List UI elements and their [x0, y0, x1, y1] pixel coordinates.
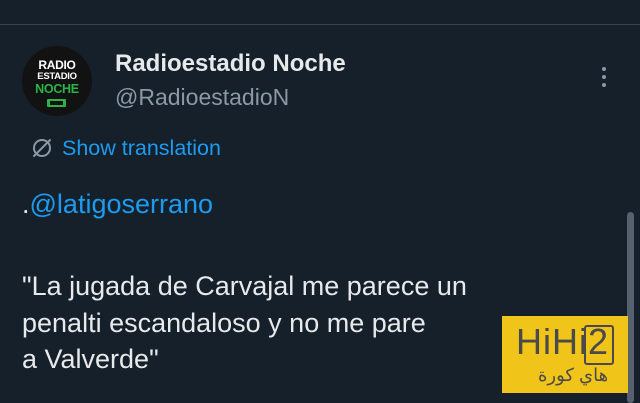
avatar-logo-line-2: ESTADIO: [37, 71, 77, 82]
more-options-button[interactable]: [592, 62, 616, 92]
show-translation-link[interactable]: Show translation: [30, 134, 221, 162]
tweet-text-line-3: a Valverde": [22, 344, 159, 374]
more-vertical-icon-dot: [602, 83, 606, 87]
show-translation-label: Show translation: [62, 136, 221, 160]
scrollbar[interactable]: [627, 212, 634, 403]
display-name[interactable]: Radioestadio Noche: [115, 50, 346, 78]
avatar-logo-line-3: NOCHE: [35, 82, 79, 96]
more-vertical-icon-dot: [602, 75, 606, 79]
mention-prefix: .: [22, 189, 30, 219]
tweet-text-line-1: "La jugada de Carvajal me parece un: [22, 271, 467, 301]
watermark: HiHi2 هاي كورة: [502, 316, 628, 393]
avatar-logo-line-1: RADIO: [38, 58, 76, 72]
avatar[interactable]: RADIO ESTADIO NOCHE: [22, 46, 92, 116]
tweet-text: "La jugada de Carvajal me parece un pena…: [22, 268, 582, 378]
watermark-arabic: هاي كورة: [538, 365, 609, 385]
watermark-box: [584, 325, 614, 365]
user-handle[interactable]: @RadioestadioN: [115, 83, 289, 111]
tweet-mention-line: .@latigoserrano: [22, 186, 213, 222]
more-vertical-icon: [602, 67, 606, 71]
globe-slash-icon: [30, 136, 54, 160]
film-reel-icon: [47, 99, 66, 107]
tweet-text-line-2: penalti escandaloso y no me pare: [22, 307, 426, 338]
top-divider: [0, 24, 640, 25]
mention-link[interactable]: @latigoserrano: [30, 189, 214, 219]
